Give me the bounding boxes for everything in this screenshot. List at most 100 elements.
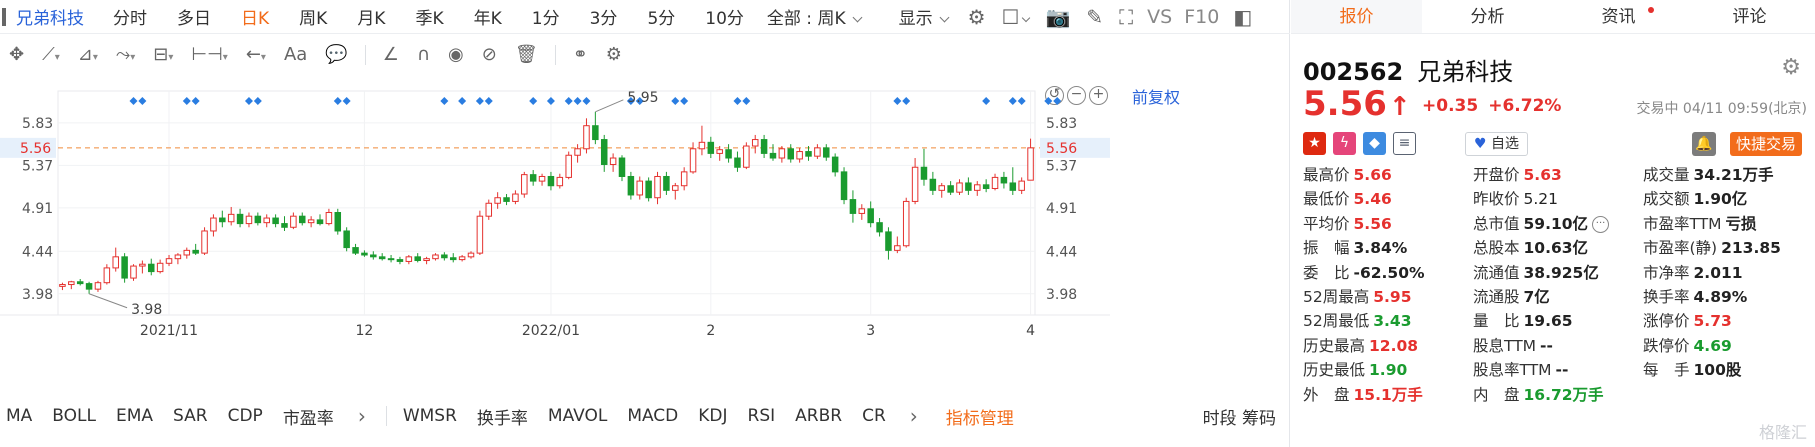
stat-label: 每 手 [1643, 361, 1690, 380]
candle-up [689, 148, 697, 173]
period-intraday[interactable]: 分时 [98, 4, 162, 29]
period-chips-button[interactable]: 时段 筹码 [1203, 404, 1290, 429]
stat-label: 流通值 [1473, 263, 1520, 282]
scope-select[interactable]: 全部 : 周K [759, 4, 891, 29]
candle-up [521, 174, 528, 195]
indicator-manager-button[interactable]: 指标管理 [928, 404, 1014, 429]
candle-up [751, 139, 759, 147]
pencil-icon[interactable]: ✎ [1078, 7, 1111, 27]
period-10min[interactable]: 10分 [690, 4, 759, 29]
bell-icon[interactable]: 🔔 [1692, 132, 1716, 156]
candle-up [894, 245, 901, 251]
stat-label: 成交量 [1643, 166, 1690, 184]
stats-row: 历史最高 12.08 股息TTM -- 跌停价 4.69 [1303, 334, 1813, 358]
stat-value: 2.011 [1693, 263, 1743, 282]
display-select[interactable]: 显示 [891, 4, 960, 29]
price-tick-left: 5.83 [22, 116, 53, 132]
candle-up [956, 182, 963, 193]
flash-icon[interactable]: ϟ [1333, 132, 1356, 155]
event-marker-diamond [564, 97, 573, 105]
stat-value: 3.84% [1353, 239, 1408, 258]
indicator-wmsr[interactable]: WMSR [397, 406, 471, 426]
candle-up [174, 254, 182, 260]
candle-down [663, 175, 670, 191]
chevron-right-icon[interactable]: › [348, 404, 376, 428]
panel-toggle-icon[interactable]: ◧ [1225, 7, 1260, 27]
add-watchlist-button[interactable]: ♥ 自选 [1465, 132, 1529, 156]
square-select-icon[interactable]: ☐ [994, 7, 1038, 27]
period-monthly-k[interactable]: 月K [342, 4, 400, 29]
stat-cell: 开盘价 5.63 [1473, 163, 1643, 187]
period-daily-k[interactable]: 日K [226, 4, 284, 29]
tag-icon[interactable]: ◆ [1363, 132, 1386, 155]
stat-cell: 52周最低 3.43 [1303, 309, 1473, 333]
period-weekly-k[interactable]: 周K [284, 4, 342, 29]
indicator-arbr[interactable]: ARBR [789, 406, 856, 426]
indicator-boll[interactable]: BOLL [46, 406, 110, 426]
color-mark [2, 7, 6, 26]
watchlist-label: 自选 [1491, 136, 1520, 152]
scope-select-value: 全部 : 周K [766, 9, 846, 29]
period-3min[interactable]: 3分 [575, 4, 633, 29]
indicator-sar[interactable]: SAR [167, 406, 222, 426]
stat-cell: 外 盘 15.1万手 [1303, 383, 1473, 407]
period-1min[interactable]: 1分 [517, 4, 575, 29]
indicator-cdp[interactable]: CDP [222, 406, 277, 426]
stat-label: 委 比 [1303, 263, 1350, 282]
indicator-mavol[interactable]: MAVOL [542, 406, 621, 426]
candle-down [396, 259, 404, 262]
document-icon[interactable]: ≡ [1393, 132, 1416, 155]
quick-trade-button[interactable]: 快捷交易 [1730, 132, 1803, 156]
event-marker-diamond [1053, 97, 1062, 105]
period-yearly-k[interactable]: 年K [459, 4, 517, 29]
candle-down [441, 254, 448, 259]
fullscreen-icon[interactable]: ⛶ [1111, 7, 1141, 27]
candle-down [769, 152, 777, 159]
stat-value: 1.90亿 [1693, 190, 1748, 209]
camera-icon[interactable]: 📷 [1037, 7, 1078, 27]
price-tick-left: 4.91 [22, 201, 53, 217]
watermark-logo: 格隆汇 [1758, 423, 1807, 442]
tab-quote[interactable]: 报价 [1291, 0, 1422, 33]
candle-down [370, 254, 377, 258]
plot-frame [57, 90, 1036, 316]
candle-up [858, 208, 866, 214]
indicator-ma[interactable]: MA [0, 406, 46, 426]
candle-up [778, 148, 786, 159]
candle-up [574, 148, 581, 156]
period-5min[interactable]: 5分 [632, 4, 690, 29]
tab-comments[interactable]: 评论 [1684, 0, 1815, 33]
gear-icon[interactable]: ⚙ [1781, 55, 1801, 80]
indicator-turnover[interactable]: 换手率 [471, 404, 542, 429]
candle-down [1009, 182, 1017, 191]
indicator-kdj[interactable]: KDJ [692, 406, 741, 426]
candle-down [298, 215, 306, 224]
date-tick: 12 [356, 323, 374, 339]
settings-icon[interactable]: ⚙ [960, 7, 994, 27]
tab-news[interactable]: 资讯 [1553, 0, 1684, 33]
more-icon[interactable]: ··· [1592, 215, 1610, 233]
candle-down [849, 199, 857, 214]
stat-cell: 市净率 2.011 [1643, 261, 1813, 285]
tab-analysis[interactable]: 分析 [1422, 0, 1553, 33]
period-multiday[interactable]: 多日 [162, 4, 226, 29]
chevron-right-icon[interactable]: › [900, 404, 928, 428]
indicator-pe[interactable]: 市盈率 [277, 404, 348, 429]
f10-button[interactable]: F10 [1178, 6, 1225, 28]
candle-up [654, 175, 661, 199]
indicator-cr[interactable]: CR [856, 406, 900, 426]
period-quarterly-k[interactable]: 季K [400, 4, 458, 29]
stock-name-link[interactable]: 兄弟科技 [16, 4, 84, 29]
candle-down [529, 174, 537, 182]
vs-button[interactable]: VS [1141, 6, 1178, 28]
stat-label: 最高价 [1303, 166, 1350, 184]
candle-down [272, 217, 279, 225]
indicator-macd[interactable]: MACD [621, 406, 692, 426]
candlestick-chart[interactable]: 5.83 5.83 5.37 5.37 4.91 4.91 4.44 4.44 3.98 3.98… [0, 53, 1290, 398]
stat-value: 5.56 [1353, 214, 1392, 233]
candle-up [636, 180, 644, 196]
indicator-rsi[interactable]: RSI [742, 406, 790, 426]
candle-down [148, 263, 155, 273]
indicator-ema[interactable]: EMA [110, 406, 167, 426]
candle-up [59, 284, 66, 287]
